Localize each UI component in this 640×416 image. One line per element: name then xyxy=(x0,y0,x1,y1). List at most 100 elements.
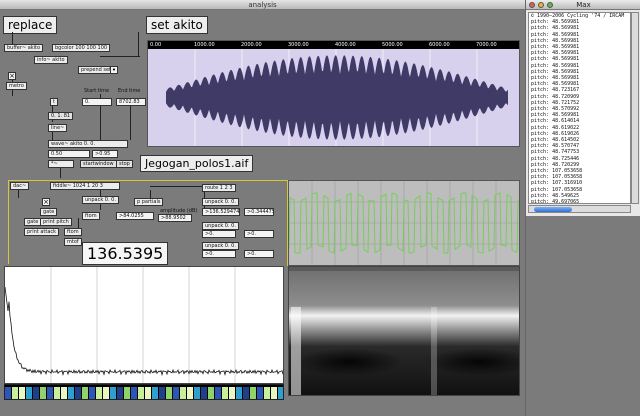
start-time-number[interactable]: 0. xyxy=(82,98,112,106)
peak-bar-cell xyxy=(110,387,116,399)
startwindow-message[interactable]: startwindow xyxy=(80,160,117,168)
fiddle-object[interactable]: fiddle~ 1024 1 20 3 xyxy=(50,182,120,190)
big-pitch-display[interactable]: 136.5395 xyxy=(82,242,169,265)
wave-object[interactable]: wave~ akito 0. 0. xyxy=(48,140,128,148)
peak-bar-cell xyxy=(40,387,46,399)
peak-bar-cell xyxy=(243,387,249,399)
ruler-tick: 6000.00 xyxy=(429,42,450,48)
mult-object[interactable]: *~ xyxy=(48,160,74,168)
ruler-tick: 3000.00 xyxy=(288,42,309,48)
set-akito-label[interactable]: set akito xyxy=(146,16,208,34)
print-pitch-object[interactable]: print pitch xyxy=(40,218,72,226)
peak-bar-cell xyxy=(187,387,193,399)
end-time-number[interactable]: 8702.83 xyxy=(116,98,146,106)
peak-bar-cell xyxy=(215,387,221,399)
unpack-object-2[interactable]: unpack 0. 0. xyxy=(202,198,239,206)
partial2-amp-number[interactable]: >0. xyxy=(244,230,274,238)
scroll-thumb[interactable] xyxy=(534,207,572,212)
gain-number[interactable]: 0.50 xyxy=(48,150,90,158)
waveform-display[interactable]: 0.00 1000.00 2000.00 3000.00 4000.00 500… xyxy=(147,40,520,147)
max-horizontal-scrollbar[interactable] xyxy=(528,205,631,213)
dac-object[interactable]: dac~ xyxy=(10,182,30,190)
toggle-metro[interactable]: × xyxy=(8,72,16,80)
waveform-ruler: 0.00 1000.00 2000.00 3000.00 4000.00 500… xyxy=(148,41,519,49)
toggle-main[interactable]: • xyxy=(110,66,118,74)
filename-label[interactable]: Jegogan_polos1.aif xyxy=(140,155,254,172)
max-titlebar[interactable]: Max xyxy=(526,0,640,10)
peak-bar-cell xyxy=(257,387,263,399)
patch-cable xyxy=(138,32,139,56)
partial3-freq-number[interactable]: >0. xyxy=(202,250,236,258)
peak-bar-cell xyxy=(19,387,25,399)
info-object[interactable]: info~ akito xyxy=(34,56,68,64)
peak-bar-cell xyxy=(166,387,172,399)
bgcolor-object[interactable]: bgcolor 100 100 100 xyxy=(52,44,111,52)
spectrum-graphic xyxy=(4,267,284,383)
peak-bar-cell xyxy=(12,387,18,399)
peak-bar-cell xyxy=(201,387,207,399)
stop-message[interactable]: stop xyxy=(116,160,133,168)
threshold-number[interactable]: >0.95 xyxy=(92,150,118,158)
peak-bar-cell xyxy=(152,387,158,399)
ftom-object[interactable]: ftom xyxy=(82,212,100,220)
end-time-comment: End time xyxy=(118,88,141,94)
partial3-amp-number[interactable]: >0. xyxy=(244,250,274,258)
oscilloscope-display[interactable] xyxy=(288,180,520,266)
gate-object[interactable]: gate xyxy=(40,208,58,216)
pitch-number[interactable]: >84.0255 xyxy=(116,212,154,220)
partial-sub-object[interactable]: ftom xyxy=(64,228,82,236)
peak-bar-cell xyxy=(26,387,32,399)
partial2-freq-number[interactable]: >0. xyxy=(202,230,236,238)
peak-bar-cell xyxy=(145,387,151,399)
ruler-tick: 0.00 xyxy=(150,42,162,48)
peak-bar-cell xyxy=(222,387,228,399)
ruler-tick: 1000.00 xyxy=(194,42,215,48)
peak-bar-cell xyxy=(82,387,88,399)
waveform-shape xyxy=(166,55,508,140)
peak-bar-cell xyxy=(264,387,270,399)
mtof-object[interactable]: mtof xyxy=(64,238,82,246)
peak-bar-cell xyxy=(131,387,137,399)
peak-bar-graphic xyxy=(5,387,284,399)
peak-bar-cell xyxy=(124,387,130,399)
peak-bar-cell xyxy=(173,387,179,399)
max-empty-area xyxy=(526,216,640,416)
gate-object-2[interactable]: gate xyxy=(24,218,42,226)
peak-bar-cell xyxy=(96,387,102,399)
float-t-object[interactable]: t xyxy=(50,98,58,106)
unpack-object-4[interactable]: unpack 0. 0. xyxy=(202,242,239,250)
patcher-titlebar[interactable]: analysis xyxy=(0,0,525,10)
p-partials-object[interactable]: p partials xyxy=(134,198,164,206)
peak-bar-cell xyxy=(47,387,53,399)
ruler-tick: 4000.00 xyxy=(335,42,356,48)
spectrum-display[interactable] xyxy=(4,266,284,384)
ruler-tick: 2000.00 xyxy=(241,42,262,48)
peak-bar-cell xyxy=(278,387,284,399)
unpack-object-3[interactable]: unpack 0. 0. xyxy=(202,222,239,230)
gate-toggle[interactable]: × xyxy=(42,198,50,206)
print-attack-object[interactable]: print attack xyxy=(24,228,60,236)
max-console-window[interactable]: Max © 1990–2006 Cycling '74 / IRCAM pitch… xyxy=(525,0,640,416)
peak-bar-cell xyxy=(271,387,277,399)
patch-cable xyxy=(12,32,13,44)
route-object[interactable]: route 1 2 3 xyxy=(202,184,236,192)
max-vertical-scrollbar[interactable] xyxy=(631,12,639,204)
range-message[interactable]: 0. 1. 81 xyxy=(48,112,74,120)
partial1-amp-number[interactable]: >0.344475 xyxy=(244,208,274,216)
line-object[interactable]: line~ xyxy=(48,124,68,132)
peak-bar-cell xyxy=(180,387,186,399)
buffer-object[interactable]: buffer~ akito xyxy=(4,44,44,52)
max-console-list[interactable]: © 1990–2006 Cycling '74 / IRCAM pitch: 48… xyxy=(528,12,631,204)
peak-bar-cell xyxy=(103,387,109,399)
peak-bar-cell xyxy=(89,387,95,399)
amplitude-number[interactable]: >88.9502 xyxy=(158,214,192,222)
console-line: pitch: 49.697065 xyxy=(531,199,580,204)
partial1-freq-number[interactable]: >136.529474 xyxy=(202,208,240,216)
max-title: Max xyxy=(576,1,591,9)
sonogram-graphic xyxy=(289,267,534,395)
metro-object[interactable]: metro xyxy=(6,82,27,90)
spectrum-trace xyxy=(4,286,284,377)
unpack-pitch-object[interactable]: unpack 0. 0. xyxy=(82,196,119,204)
sonogram-display[interactable] xyxy=(288,266,534,396)
prepend-object[interactable]: prepend set xyxy=(78,66,115,74)
